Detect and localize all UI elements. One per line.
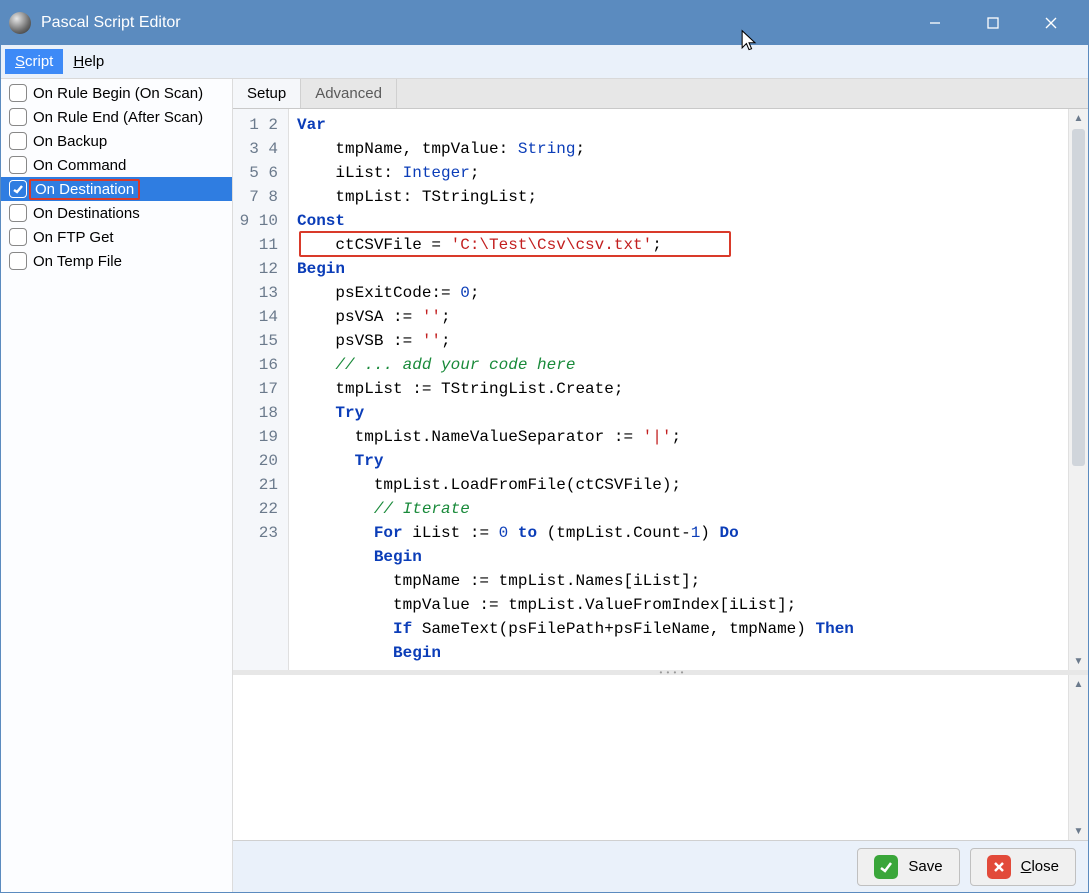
sidebar-item-label: On Temp File [33, 253, 122, 270]
code-line[interactable]: If SameText(psFilePath+psFileName, tmpNa… [297, 617, 1060, 641]
code-line[interactable]: Try [297, 401, 1060, 425]
close-button-label: Close [1021, 858, 1059, 875]
x-icon [987, 855, 1011, 879]
sidebar-item-0[interactable]: On Rule Begin (On Scan) [1, 81, 232, 105]
window: Pascal Script Editor ScriptHelp On Rule … [0, 0, 1089, 893]
scroll-down-icon[interactable]: ▼ [1069, 652, 1088, 670]
close-button[interactable] [1022, 1, 1080, 45]
checkbox[interactable] [9, 84, 27, 102]
sidebar-item-label: On Destination [29, 179, 140, 200]
minimize-button[interactable] [906, 1, 964, 45]
code-line[interactable]: ctCSVFile = 'C:\Test\Csv\csv.txt'; [297, 233, 1060, 257]
sidebar-item-1[interactable]: On Rule End (After Scan) [1, 105, 232, 129]
sidebar-item-label: On Command [33, 157, 126, 174]
tab-advanced[interactable]: Advanced [301, 79, 397, 108]
save-button[interactable]: Save [857, 848, 959, 886]
menu-script[interactable]: Script [5, 49, 63, 74]
code-line[interactable]: psExitCode:= 0; [297, 281, 1060, 305]
check-icon [874, 855, 898, 879]
code-line[interactable]: tmpValue := tmpList.ValueFromIndex[iList… [297, 593, 1060, 617]
output-content[interactable] [233, 675, 1068, 840]
output-pane: • • • • ▲ ▼ [233, 670, 1088, 840]
scroll-up-icon[interactable]: ▲ [1069, 109, 1088, 127]
checkbox[interactable] [9, 180, 27, 198]
sidebar-item-5[interactable]: On Destinations [1, 201, 232, 225]
checkbox[interactable] [9, 228, 27, 246]
sidebar: On Rule Begin (On Scan) On Rule End (Afte… [1, 79, 233, 892]
code-line[interactable]: For iList := 0 to (tmpList.Count-1) Do [297, 521, 1060, 545]
sidebar-item-3[interactable]: On Command [1, 153, 232, 177]
code-line[interactable]: Begin [297, 641, 1060, 665]
sidebar-item-6[interactable]: On FTP Get [1, 225, 232, 249]
app-icon [9, 12, 31, 34]
tabbar: SetupAdvanced [233, 79, 1088, 109]
footer: Save Close [233, 840, 1088, 892]
checkbox[interactable] [9, 204, 27, 222]
sidebar-item-7[interactable]: On Temp File [1, 249, 232, 273]
checkbox[interactable] [9, 132, 27, 150]
close-icon [1044, 16, 1058, 30]
code-line[interactable]: // ... add your code here [297, 353, 1060, 377]
window-title: Pascal Script Editor [41, 14, 906, 32]
code-line[interactable]: psVSB := ''; [297, 329, 1060, 353]
sidebar-item-label: On Rule End (After Scan) [33, 109, 203, 126]
code-line[interactable]: Var [297, 113, 1060, 137]
maximize-icon [986, 16, 1000, 30]
code-editor[interactable]: 1 2 3 4 5 6 7 8 9 10 11 12 13 14 15 16 1… [233, 109, 1088, 670]
main-area: SetupAdvanced 1 2 3 4 5 6 7 8 9 10 11 12… [233, 79, 1088, 892]
sidebar-item-label: On Backup [33, 133, 107, 150]
editor-scrollbar[interactable]: ▲ ▼ [1068, 109, 1088, 670]
sidebar-item-2[interactable]: On Backup [1, 129, 232, 153]
titlebar[interactable]: Pascal Script Editor [1, 1, 1088, 45]
code-line[interactable]: iList: Integer; [297, 161, 1060, 185]
menu-help[interactable]: Help [63, 49, 114, 74]
code-line[interactable]: Const [297, 209, 1060, 233]
code-line[interactable]: tmpList.NameValueSeparator := '|'; [297, 425, 1060, 449]
code-line[interactable]: tmpList: TStringList; [297, 185, 1060, 209]
scroll-down-icon[interactable]: ▼ [1069, 822, 1088, 840]
code-content[interactable]: Var tmpName, tmpValue: String; iList: In… [289, 109, 1068, 669]
scroll-up-icon[interactable]: ▲ [1069, 675, 1088, 693]
output-scrollbar[interactable]: ▲ ▼ [1068, 675, 1088, 840]
body: On Rule Begin (On Scan) On Rule End (Afte… [1, 79, 1088, 892]
save-button-label: Save [908, 858, 942, 875]
sidebar-item-label: On Destinations [33, 205, 140, 222]
sidebar-item-label: On FTP Get [33, 229, 114, 246]
code-scroll: Var tmpName, tmpValue: String; iList: In… [289, 109, 1068, 670]
menubar: ScriptHelp [1, 45, 1088, 79]
code-line[interactable]: tmpList.LoadFromFile(ctCSVFile); [297, 473, 1060, 497]
splitter-grip[interactable]: • • • • [652, 670, 692, 675]
close-button-footer[interactable]: Close [970, 848, 1076, 886]
minimize-icon [928, 16, 942, 30]
checkbox[interactable] [9, 252, 27, 270]
code-line[interactable]: tmpName, tmpValue: String; [297, 137, 1060, 161]
line-gutter: 1 2 3 4 5 6 7 8 9 10 11 12 13 14 15 16 1… [233, 109, 289, 670]
checkbox[interactable] [9, 108, 27, 126]
code-line[interactable]: tmpList := TStringList.Create; [297, 377, 1060, 401]
scroll-thumb[interactable] [1072, 129, 1085, 466]
tab-setup[interactable]: Setup [233, 79, 301, 108]
code-line[interactable]: Begin [297, 257, 1060, 281]
code-line[interactable]: psVSA := ''; [297, 305, 1060, 329]
code-line[interactable]: Begin [297, 545, 1060, 569]
sidebar-item-label: On Rule Begin (On Scan) [33, 85, 203, 102]
code-line[interactable]: Try [297, 449, 1060, 473]
maximize-button[interactable] [964, 1, 1022, 45]
sidebar-item-4[interactable]: On Destination [1, 177, 232, 201]
checkbox[interactable] [9, 156, 27, 174]
code-line[interactable]: // Iterate [297, 497, 1060, 521]
code-line[interactable]: tmpName := tmpList.Names[iList]; [297, 569, 1060, 593]
